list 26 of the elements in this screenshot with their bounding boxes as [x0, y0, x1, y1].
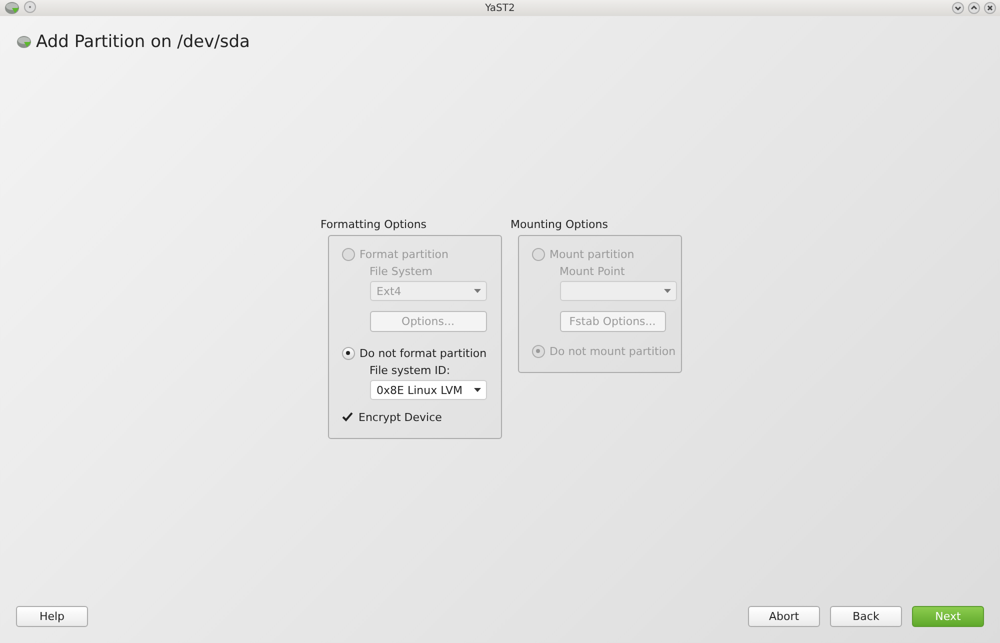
radio-label: Do not mount partition [550, 344, 676, 358]
maximize-icon[interactable] [968, 2, 980, 14]
page-heading: Add Partition on /dev/sda [36, 32, 250, 52]
caret-icon [474, 289, 480, 293]
field-label: Mount Point [560, 265, 626, 278]
group-title: Mounting Options [510, 218, 609, 232]
checkbox[interactable] [342, 411, 354, 423]
radio-button[interactable] [342, 346, 354, 360]
app-icon [4, 1, 20, 15]
group-title: Formatting Options [320, 218, 428, 232]
radio-label: Format partition [360, 248, 448, 260]
close-icon[interactable] [984, 2, 996, 14]
field-label: File system ID: [370, 364, 452, 377]
button[interactable]: Abort [748, 606, 820, 627]
button[interactable]: Back [830, 606, 902, 627]
disk-icon [16, 35, 32, 49]
radio-label: Do not format partition [360, 346, 487, 360]
checkbox-label: Encrypt Device [358, 410, 442, 424]
window-title: YaST2 [485, 2, 515, 14]
field-label: File System [370, 265, 434, 278]
radio-label: Mount partition [550, 248, 634, 260]
caret-icon [474, 388, 480, 392]
dropdown[interactable]: 0x8E Linux LVM [370, 380, 486, 400]
caret-icon [664, 289, 670, 293]
minimize-icon[interactable] [952, 2, 964, 14]
button[interactable]: Help [16, 606, 88, 627]
